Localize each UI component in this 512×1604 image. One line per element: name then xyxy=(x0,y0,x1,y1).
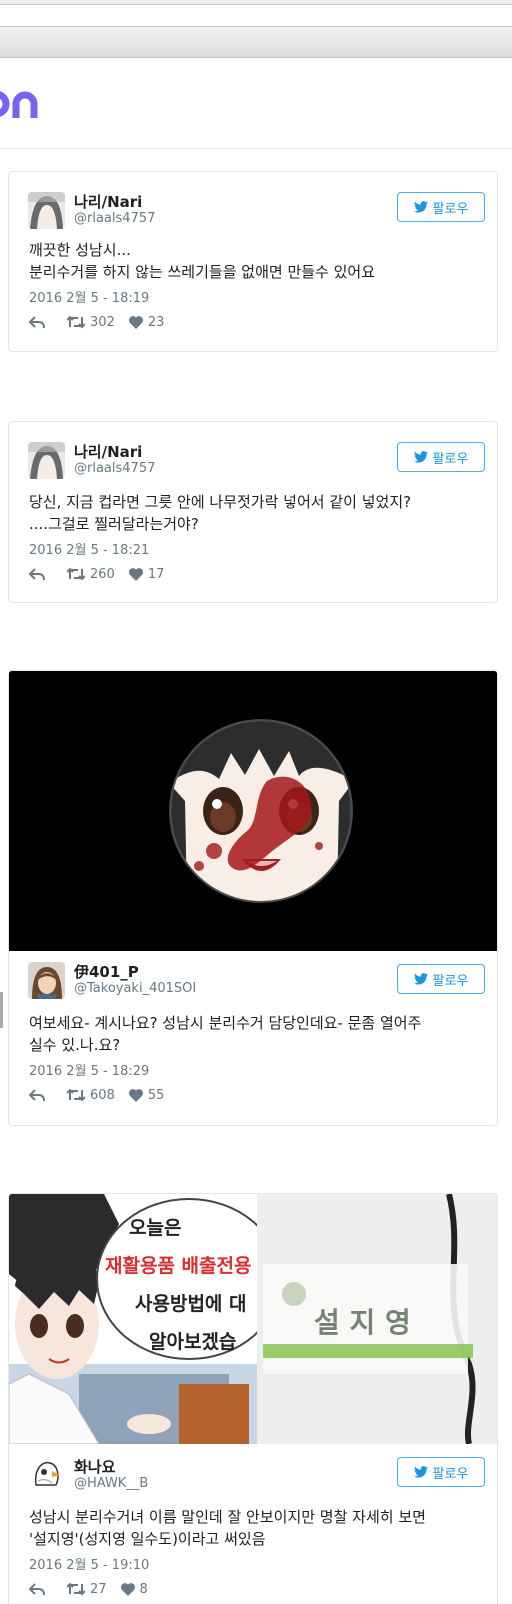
retweet-count: 302 xyxy=(90,314,115,330)
tweet-timestamp[interactable]: 2016 2월 5 - 18:19 xyxy=(29,287,149,306)
retweet-count: 608 xyxy=(90,1087,115,1103)
twitter-bird-icon xyxy=(413,973,428,985)
follow-button[interactable]: 팔로우 xyxy=(397,192,485,222)
display-name[interactable]: 나리/Nari xyxy=(74,191,142,212)
reply-icon xyxy=(29,568,45,581)
like-count: 8 xyxy=(139,1581,148,1597)
like-button[interactable]: 55 xyxy=(128,1087,165,1103)
heart-icon xyxy=(128,567,143,581)
follow-label: 팔로우 xyxy=(432,201,469,217)
tweet-media-image[interactable] xyxy=(9,671,497,951)
comic-line-3: 사용방법에 대 xyxy=(135,1293,247,1315)
heart-icon xyxy=(128,1088,143,1102)
avatar[interactable] xyxy=(28,442,65,479)
retweet-icon xyxy=(67,1582,85,1596)
reply-button[interactable] xyxy=(29,315,45,329)
header-divider xyxy=(0,148,512,149)
retweet-count: 27 xyxy=(90,1581,107,1597)
user-handle[interactable]: @rlaals4757 xyxy=(74,211,155,226)
retweet-count: 260 xyxy=(90,566,115,582)
tweet-timestamp[interactable]: 2016 2월 5 - 18:29 xyxy=(29,1060,149,1079)
avatar[interactable] xyxy=(28,962,65,999)
follow-label: 팔로우 xyxy=(432,1466,469,1482)
comic-line-2: 재활용품 배출전용 xyxy=(105,1255,251,1277)
tweet-actions: 608 55 xyxy=(29,1085,164,1105)
tweet-actions: 27 8 xyxy=(29,1579,148,1599)
like-count: 17 xyxy=(147,566,165,582)
comic-line-4: 알아보겠습 xyxy=(149,1331,236,1353)
comic-line-1: 오늘은 xyxy=(129,1217,181,1239)
site-header-bar xyxy=(0,26,512,58)
twitter-bird-icon xyxy=(413,201,428,213)
tweet-card: 나리/Nari @rlaals4757 팔로우 깨끗한 성남시... 분리수거를… xyxy=(8,171,498,352)
tweet-card: 伊401_P @Takoyaki_401SOI 팔로우 여보세요- 계시나요? … xyxy=(8,670,498,1126)
reply-button[interactable] xyxy=(29,1088,45,1102)
tweet-text: 성남시 분리수거녀 이름 말인데 잘 안보이지만 명찰 자세히 보면 '설지영'… xyxy=(29,1508,426,1548)
like-count: 23 xyxy=(147,314,165,330)
tweet-timestamp[interactable]: 2016 2월 5 - 18:21 xyxy=(29,539,149,558)
tweet-actions: 260 17 xyxy=(29,564,164,584)
avatar[interactable] xyxy=(28,1455,65,1492)
like-count: 55 xyxy=(147,1087,165,1103)
tweet-card: 나리/Nari @rlaals4757 팔로우 당신, 지금 컵라면 그릇 안에… xyxy=(8,421,498,603)
tweet-card: 오늘은 재활용품 배출전용 사용방법에 대 알아보겠습 설 지 영 화나요 @H… xyxy=(8,1193,498,1604)
reply-icon xyxy=(29,1583,45,1596)
tweet-timestamp[interactable]: 2016 2월 5 - 19:10 xyxy=(29,1554,149,1573)
reply-button[interactable] xyxy=(29,567,45,581)
reply-button[interactable] xyxy=(29,1582,45,1596)
name-tag-text: 설 지 영 xyxy=(314,1306,411,1339)
retweet-icon xyxy=(67,567,85,581)
tweet-text: 여보세요- 계시나요? 성남시 분리수거 담당인데요- 문좀 열어주 실수 있.… xyxy=(29,1014,422,1054)
like-button[interactable]: 8 xyxy=(120,1581,148,1597)
tweet-media-image[interactable]: 오늘은 재활용품 배출전용 사용방법에 대 알아보겠습 설 지 영 xyxy=(9,1194,497,1445)
heart-icon xyxy=(128,315,143,329)
twitter-bird-icon xyxy=(413,451,428,463)
follow-label: 팔로우 xyxy=(432,451,469,467)
reply-icon xyxy=(29,1089,45,1102)
retweet-icon xyxy=(67,1088,85,1102)
tweet-text: 깨끗한 성남시... 분리수거를 하지 않는 쓰레기들을 없애면 만들수 있어요 xyxy=(29,241,376,281)
page-side-handle xyxy=(0,992,3,1028)
avatar[interactable] xyxy=(28,192,65,229)
like-button[interactable]: 17 xyxy=(128,566,165,582)
display-name[interactable]: 화나요 xyxy=(74,1456,115,1477)
tweet-text: 당신, 지금 컵라면 그릇 안에 나무젓가락 넣어서 같이 넣었지? ....그… xyxy=(29,493,412,533)
retweet-button[interactable]: 302 xyxy=(67,315,115,330)
retweet-icon xyxy=(67,315,85,329)
like-button[interactable]: 23 xyxy=(128,314,165,330)
twitter-bird-icon xyxy=(413,1466,428,1478)
follow-label: 팔로우 xyxy=(432,973,469,989)
follow-button[interactable]: 팔로우 xyxy=(397,442,485,472)
heart-icon xyxy=(120,1582,135,1596)
retweet-button[interactable]: 260 xyxy=(67,567,115,582)
reply-icon xyxy=(29,316,45,329)
retweet-button[interactable]: 27 xyxy=(67,1582,107,1597)
user-handle[interactable]: @HAWK__B xyxy=(74,1476,148,1491)
display-name[interactable]: 나리/Nari xyxy=(74,441,142,462)
browser-top-edge xyxy=(0,0,512,5)
user-handle[interactable]: @Takoyaki_401SOI xyxy=(74,981,196,996)
tweet-actions: 302 23 xyxy=(29,312,164,332)
follow-button[interactable]: 팔로우 xyxy=(397,964,485,994)
site-logo[interactable] xyxy=(0,88,44,120)
retweet-button[interactable]: 608 xyxy=(67,1088,115,1103)
display-name[interactable]: 伊401_P xyxy=(74,961,139,982)
follow-button[interactable]: 팔로우 xyxy=(397,1457,485,1487)
user-handle[interactable]: @rlaals4757 xyxy=(74,461,155,476)
